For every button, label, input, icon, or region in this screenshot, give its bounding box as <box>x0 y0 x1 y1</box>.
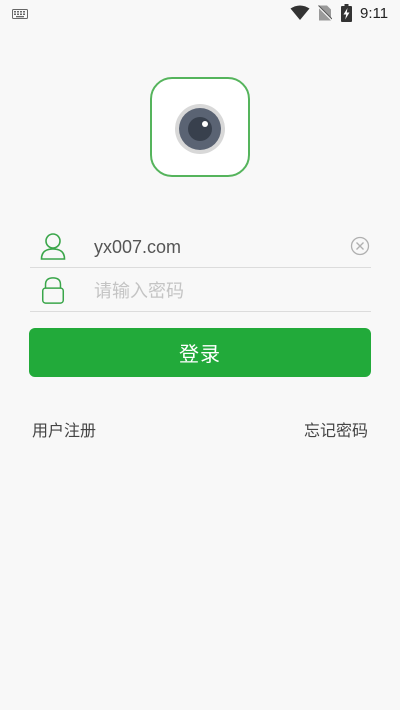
password-field <box>30 268 371 312</box>
username-field <box>30 224 371 268</box>
status-time: 9:11 <box>360 5 389 22</box>
password-input[interactable] <box>94 276 334 306</box>
status-bar: 9:11 <box>0 0 400 28</box>
forgot-password-link[interactable]: 忘记密码 <box>304 417 368 441</box>
clear-circle-icon[interactable] <box>350 236 370 256</box>
username-input[interactable] <box>94 232 334 262</box>
keyboard-icon <box>12 9 28 19</box>
login-screen: 9:11 登录 用户注册 忘记密码 <box>0 0 400 710</box>
register-link[interactable]: 用户注册 <box>32 417 96 441</box>
user-icon <box>40 233 66 260</box>
app-logo <box>150 77 250 177</box>
lock-icon <box>41 277 65 304</box>
camera-lens-icon <box>175 104 225 154</box>
wifi-icon <box>290 5 310 20</box>
battery-charging-icon <box>341 4 352 22</box>
no-sim-icon <box>318 5 332 21</box>
login-button[interactable]: 登录 <box>29 328 371 377</box>
